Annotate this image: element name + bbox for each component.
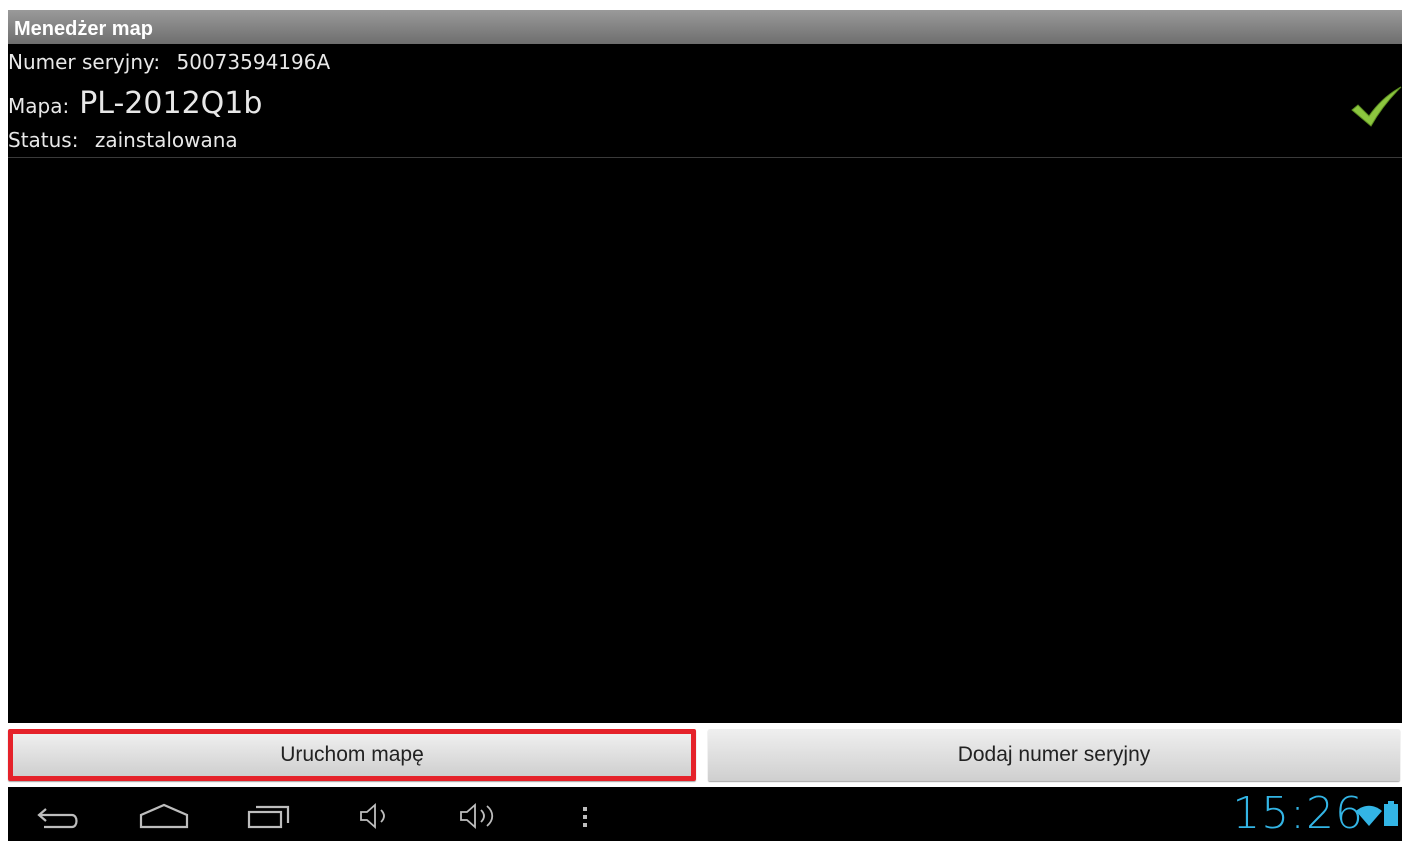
status-row: Status: zainstalowana — [8, 128, 238, 152]
home-icon[interactable] — [138, 801, 190, 831]
clock: 15:26 — [1232, 788, 1364, 839]
back-icon[interactable] — [36, 801, 82, 831]
map-info-item[interactable]: Numer seryjny: 50073594196A Mapa: PL-2012… — [8, 44, 1402, 157]
volume-down-icon[interactable] — [358, 801, 392, 831]
recent-apps-icon[interactable] — [246, 801, 294, 831]
status-label: Status: — [8, 128, 79, 152]
checkmark-icon — [1351, 86, 1402, 127]
app-title: Menedżer map — [8, 10, 1402, 44]
system-navigation-bar: 15:26 — [8, 787, 1402, 841]
status-value: zainstalowana — [94, 128, 238, 152]
wifi-icon — [1356, 805, 1382, 826]
map-value: PL-2012Q1b — [79, 86, 263, 121]
volume-up-icon[interactable] — [458, 801, 502, 831]
map-manager-screen: Menedżer map Numer seryjny: 50073594196A… — [0, 10, 1410, 841]
map-label: Mapa: — [8, 94, 70, 118]
battery-icon — [1384, 801, 1398, 826]
serial-value: 50073594196A — [176, 50, 331, 74]
run-map-button[interactable]: Uruchom mapę — [8, 729, 696, 781]
add-serial-number-button[interactable]: Dodaj numer seryjny — [708, 729, 1400, 781]
serial-label: Numer seryjny: — [8, 50, 161, 74]
button-bar: Uruchom mapę Dodaj numer seryjny — [0, 723, 1410, 787]
divider — [8, 157, 1402, 158]
map-row: Mapa: PL-2012Q1b — [8, 86, 262, 121]
serial-row: Numer seryjny: 50073594196A — [8, 50, 330, 74]
menu-icon[interactable] — [580, 801, 590, 831]
